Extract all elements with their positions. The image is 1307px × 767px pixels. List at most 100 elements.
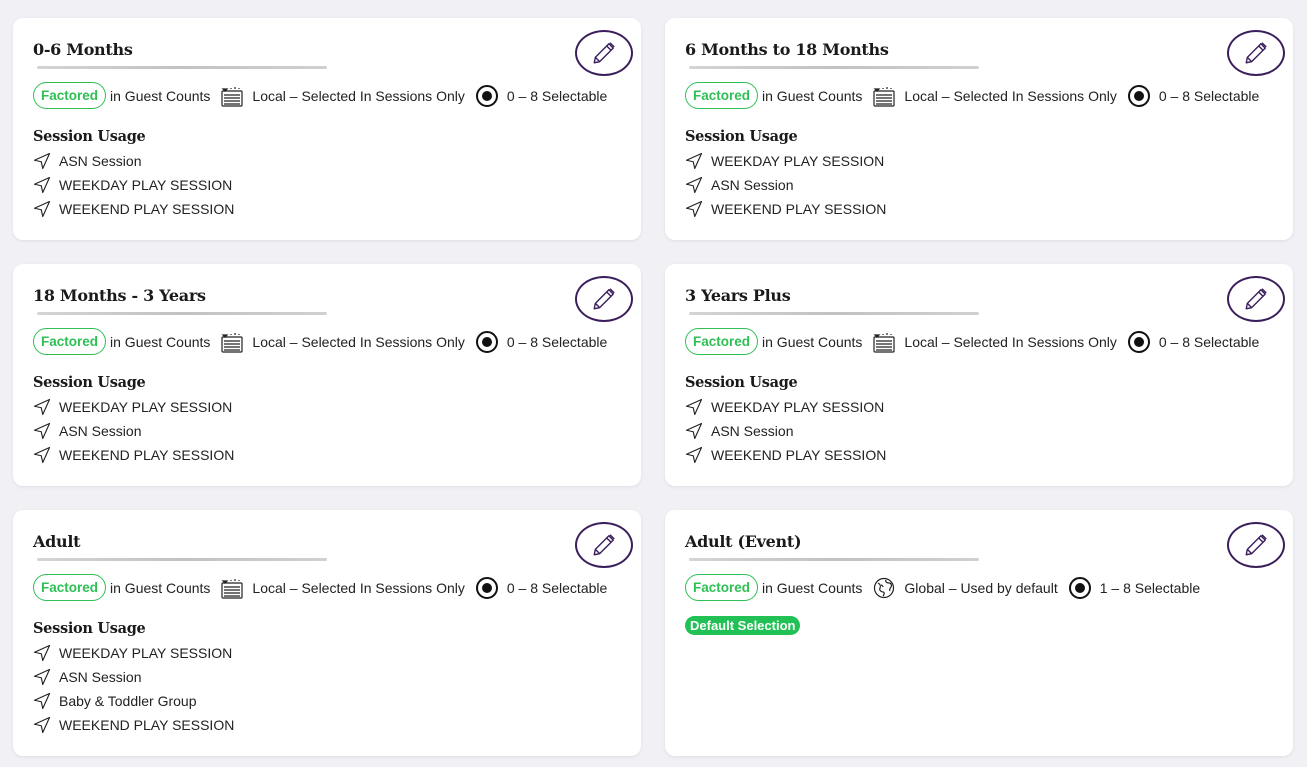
selectable-range: 1 – 8 Selectable [1099, 579, 1201, 596]
edit-button[interactable] [575, 30, 633, 76]
card-meta: Factored in Guest Counts Local – Selecte… [685, 328, 1269, 355]
navigation-arrow-icon [33, 644, 59, 662]
session-name: ASN Session [59, 423, 142, 439]
card-title: 0-6 Months [33, 40, 133, 59]
edit-button[interactable] [575, 276, 633, 322]
session-usage-heading: Session Usage [685, 374, 798, 391]
pencil-icon [593, 534, 615, 556]
local-list-icon [872, 84, 896, 108]
scope-label: Local – Selected In Sessions Only [904, 87, 1117, 104]
session-usage-heading: Session Usage [33, 128, 146, 145]
guest-counts-label: in Guest Counts [110, 579, 211, 596]
session-usage-heading: Session Usage [685, 128, 798, 145]
navigation-arrow-icon [685, 152, 711, 170]
session-list-item: WEEKDAY PLAY SESSION [33, 395, 234, 419]
session-list-item: ASN Session [33, 665, 234, 689]
edit-button[interactable] [1227, 30, 1285, 76]
factored-badge: Factored [33, 328, 107, 355]
session-list: WEEKDAY PLAY SESSION ASN Session WEEKEND P… [685, 149, 886, 221]
session-name: ASN Session [59, 669, 142, 685]
session-list-item: WEEKEND PLAY SESSION [685, 443, 886, 467]
session-name: ASN Session [59, 153, 142, 169]
radio-selected-icon [1127, 330, 1151, 354]
navigation-arrow-icon [33, 398, 59, 416]
scope-label: Local – Selected In Sessions Only [252, 579, 465, 596]
session-list: ASN Session WEEKDAY PLAY SESSION WEEKEND P… [33, 149, 234, 221]
guest-counts-label: in Guest Counts [110, 87, 211, 104]
ticket-type-grid: 0-6 Months Factored in Guest Counts Loca… [13, 18, 1293, 756]
title-underline [689, 66, 979, 69]
factored-badge: Factored [685, 574, 759, 601]
scope-label: Local – Selected In Sessions Only [252, 333, 465, 350]
navigation-arrow-icon [685, 200, 711, 218]
radio-selected-icon [475, 84, 499, 108]
title-underline [37, 312, 327, 315]
session-list-item: WEEKDAY PLAY SESSION [685, 149, 886, 173]
session-list-item: ASN Session [33, 419, 234, 443]
selectable-range: 0 – 8 Selectable [1158, 87, 1260, 104]
card-title: 18 Months - 3 Years [33, 286, 206, 305]
selectable-range: 0 – 8 Selectable [506, 579, 608, 596]
default-selection-badge: Default Selection [685, 616, 801, 635]
globe-icon [872, 576, 896, 600]
title-underline [689, 558, 979, 561]
local-list-icon [220, 576, 244, 600]
selectable-range: 0 – 8 Selectable [506, 87, 608, 104]
session-list: WEEKDAY PLAY SESSION ASN Session Baby & To… [33, 641, 234, 737]
ticket-type-card: 6 Months to 18 Months Factored in Guest … [665, 18, 1293, 240]
navigation-arrow-icon [33, 152, 59, 170]
session-list-item: WEEKDAY PLAY SESSION [685, 395, 886, 419]
navigation-arrow-icon [685, 422, 711, 440]
scope-label: Local – Selected In Sessions Only [904, 333, 1117, 350]
guest-counts-label: in Guest Counts [762, 87, 863, 104]
session-name: WEEKEND PLAY SESSION [59, 201, 235, 217]
pencil-icon [593, 42, 615, 64]
navigation-arrow-icon [33, 716, 59, 734]
session-list-item: WEEKEND PLAY SESSION [685, 197, 886, 221]
session-name: WEEKDAY PLAY SESSION [59, 399, 233, 415]
navigation-arrow-icon [685, 398, 711, 416]
factored-badge: Factored [33, 82, 107, 109]
pencil-icon [1245, 288, 1267, 310]
session-name: ASN Session [711, 177, 794, 193]
session-list-item: WEEKEND PLAY SESSION [33, 197, 234, 221]
pencil-icon [1245, 42, 1267, 64]
selectable-range: 0 – 8 Selectable [1158, 333, 1260, 350]
ticket-type-card: 3 Years Plus Factored in Guest Counts Lo… [665, 264, 1293, 486]
radio-selected-icon [475, 576, 499, 600]
radio-selected-icon [1127, 84, 1151, 108]
session-name: WEEKEND PLAY SESSION [59, 717, 235, 733]
session-list-item: WEEKDAY PLAY SESSION [33, 641, 234, 665]
radio-selected-icon [475, 330, 499, 354]
navigation-arrow-icon [33, 692, 59, 710]
session-name: WEEKEND PLAY SESSION [711, 447, 887, 463]
card-title: Adult (Event) [685, 532, 802, 551]
selectable-range: 0 – 8 Selectable [506, 333, 608, 350]
ticket-type-card: Adult (Event) Factored in Guest Counts G… [665, 510, 1293, 756]
session-name: WEEKDAY PLAY SESSION [59, 177, 233, 193]
card-title: 3 Years Plus [685, 286, 791, 305]
session-usage-heading: Session Usage [33, 374, 146, 391]
navigation-arrow-icon [33, 176, 59, 194]
edit-button[interactable] [1227, 522, 1285, 568]
card-meta: Factored in Guest Counts Local – Selecte… [33, 328, 617, 355]
session-name: Baby & Toddler Group [59, 693, 197, 709]
scope-label: Local – Selected In Sessions Only [252, 87, 465, 104]
ticket-type-card: Adult Factored in Guest Counts Local – S… [13, 510, 641, 756]
navigation-arrow-icon [33, 668, 59, 686]
edit-button[interactable] [1227, 276, 1285, 322]
ticket-type-card: 0-6 Months Factored in Guest Counts Loca… [13, 18, 641, 240]
session-name: WEEKDAY PLAY SESSION [711, 399, 885, 415]
session-usage-heading: Session Usage [33, 620, 146, 637]
edit-button[interactable] [575, 522, 633, 568]
session-list-item: WEEKEND PLAY SESSION [33, 443, 234, 467]
session-name: WEEKEND PLAY SESSION [59, 447, 235, 463]
session-list-item: ASN Session [33, 149, 234, 173]
navigation-arrow-icon [685, 446, 711, 464]
session-list: WEEKDAY PLAY SESSION ASN Session WEEKEND P… [33, 395, 234, 467]
card-title: 6 Months to 18 Months [685, 40, 889, 59]
session-list-item: WEEKEND PLAY SESSION [33, 713, 234, 737]
navigation-arrow-icon [33, 446, 59, 464]
ticket-type-card: 18 Months - 3 Years Factored in Guest Co… [13, 264, 641, 486]
navigation-arrow-icon [33, 422, 59, 440]
